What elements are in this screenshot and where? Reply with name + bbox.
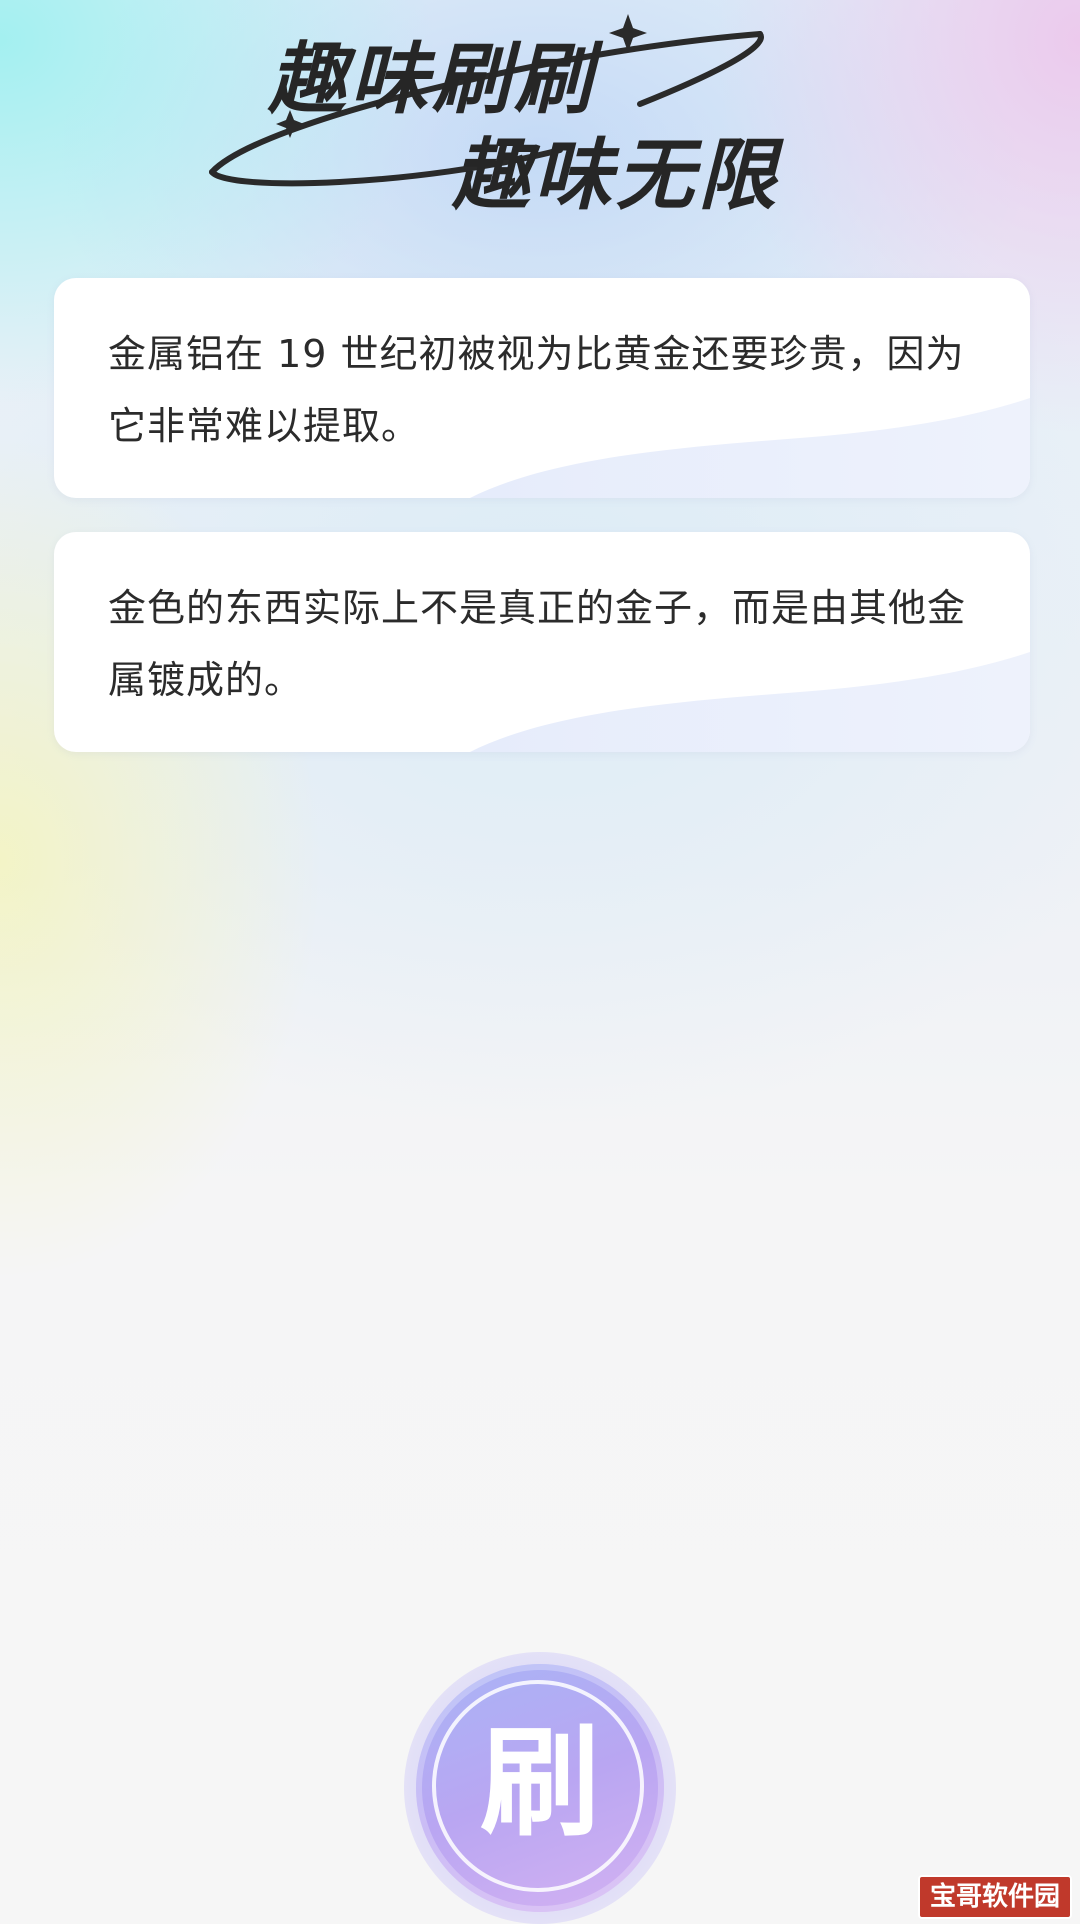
fact-text: 金色的东西实际上不是真正的金子，而是由其他金属镀成的。	[108, 586, 967, 702]
title-line-2: 趣味无限	[452, 131, 781, 221]
header-banner: 趣味刷刷 趣味无限	[0, 0, 1080, 250]
refresh-button-face[interactable]: 刷	[416, 1664, 664, 1912]
fact-text: 金属铝在 19 世纪初被视为比黄金还要珍贵，因为它非常难以提取。	[108, 332, 965, 448]
watermark-logo: 宝哥软件园	[917, 1875, 1072, 1919]
fact-card: 金属铝在 19 世纪初被视为比黄金还要珍贵，因为它非常难以提取。	[54, 278, 1030, 498]
refresh-button-label[interactable]: 刷	[416, 1664, 664, 1912]
fact-card: 金色的东西实际上不是真正的金子，而是由其他金属镀成的。	[54, 532, 1030, 752]
title-line-1: 趣味刷刷	[268, 35, 597, 125]
refresh-button[interactable]: 刷	[404, 1652, 676, 1924]
